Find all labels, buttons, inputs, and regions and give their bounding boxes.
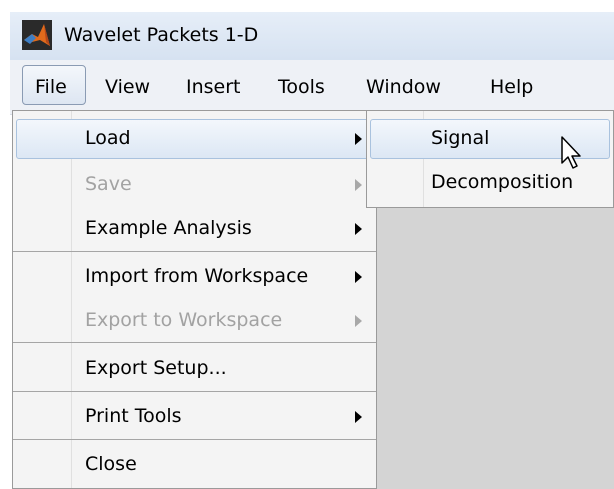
mouse-pointer-icon xyxy=(561,136,581,169)
menu-item-export-setup[interactable]: Export Setup... xyxy=(13,347,376,391)
submenu-arrow-icon xyxy=(355,223,362,235)
menu-item-label: Signal xyxy=(431,127,490,149)
menu-item-close[interactable]: Close xyxy=(13,443,376,487)
menu-separator xyxy=(13,251,376,252)
menu-item-label: Load xyxy=(85,127,131,149)
submenu-arrow-icon xyxy=(355,411,362,423)
menu-item-load[interactable]: Load xyxy=(13,117,376,161)
menu-item-label: Close xyxy=(85,453,137,475)
submenu-arrow-icon xyxy=(355,179,362,191)
submenu-arrow-icon xyxy=(355,133,362,145)
menu-separator xyxy=(13,391,376,392)
window-title: Wavelet Packets 1-D xyxy=(64,24,259,46)
submenu-arrow-icon xyxy=(355,271,362,283)
menu-item-highlight xyxy=(16,119,373,159)
menu-view[interactable]: View xyxy=(105,76,150,98)
menu-item-label: Export Setup... xyxy=(85,357,227,379)
menu-file[interactable]: File xyxy=(22,65,86,105)
menu-item-label: Export to Workspace xyxy=(85,309,283,331)
menu-bar: File View Insert Tools Window Help xyxy=(10,60,614,115)
menu-item-save: Save xyxy=(13,163,376,207)
menu-help[interactable]: Help xyxy=(490,76,533,98)
title-bar: Wavelet Packets 1-D xyxy=(10,12,614,60)
menu-item-label: Save xyxy=(85,173,132,195)
menu-insert[interactable]: Insert xyxy=(186,76,241,98)
menu-window[interactable]: Window xyxy=(366,76,441,98)
menu-item-print-tools[interactable]: Print Tools xyxy=(13,395,376,439)
menu-item-example-analysis[interactable]: Example Analysis xyxy=(13,207,376,251)
menu-item-label: Import from Workspace xyxy=(85,265,309,287)
menu-item-import-from-workspace[interactable]: Import from Workspace xyxy=(13,255,376,299)
menu-tools[interactable]: Tools xyxy=(278,76,325,98)
menu-separator xyxy=(13,439,376,440)
menu-separator xyxy=(13,342,376,343)
menu-item-label: Print Tools xyxy=(85,405,182,427)
matlab-logo-icon xyxy=(22,20,52,50)
menu-item-label: Example Analysis xyxy=(85,217,252,239)
menu-item-label: Decomposition xyxy=(431,171,574,193)
submenu-arrow-icon xyxy=(355,315,362,327)
file-dropdown-menu: Load Save Example Analysis Import from W… xyxy=(12,110,377,489)
figure-workspace xyxy=(372,204,614,489)
menu-file-label: File xyxy=(35,76,67,98)
menu-item-export-to-workspace: Export to Workspace xyxy=(13,299,376,343)
